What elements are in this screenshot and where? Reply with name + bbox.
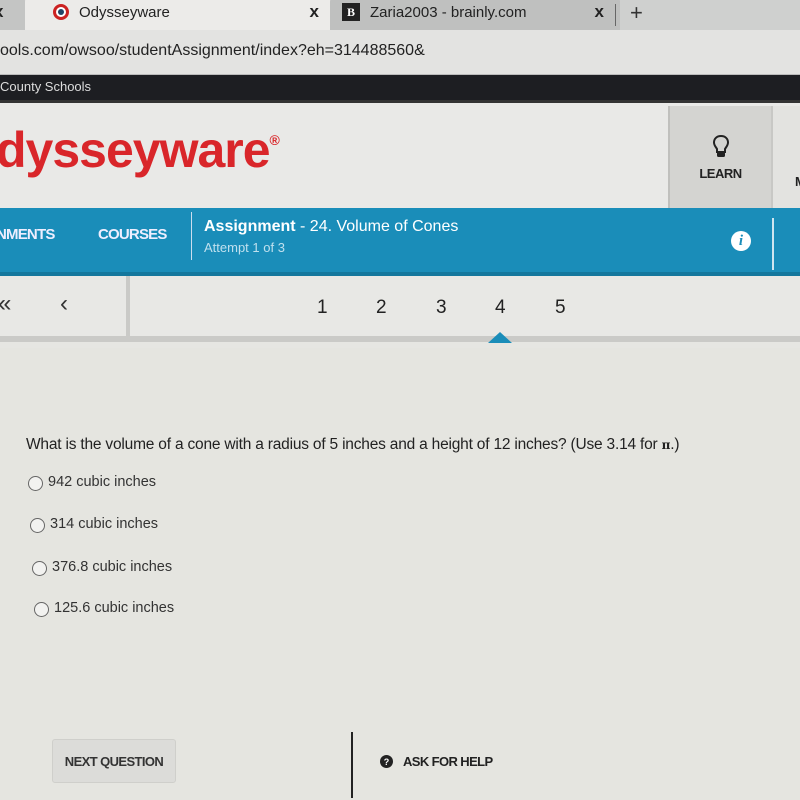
assignment-label: Assignment (204, 218, 296, 235)
brainly-favicon-icon: B (342, 3, 360, 21)
footer-divider (351, 732, 353, 798)
browser-tab-strip: x Odysseyware x B Zaria2003 - brainly.co… (0, 0, 800, 30)
close-tab-icon[interactable]: x (310, 2, 319, 22)
assignment-name: - 24. Volume of Cones (295, 218, 459, 235)
info-icon[interactable]: i (731, 231, 751, 251)
browser-tab-previous[interactable]: x (0, 0, 25, 30)
nav-assignments[interactable]: NMENTS (0, 226, 55, 243)
header-button-partial[interactable]: M (771, 106, 800, 208)
new-tab-button[interactable]: + (630, 0, 643, 26)
close-tab-icon[interactable]: x (0, 2, 3, 22)
odysseyware-favicon-icon (53, 4, 69, 20)
tab-title: Odysseyware (79, 3, 170, 21)
current-question-marker (488, 332, 512, 343)
question-text: What is the volume of a cone with a radi… (26, 436, 679, 454)
question-number-2[interactable]: 2 (376, 297, 387, 319)
radio-button[interactable] (34, 602, 49, 617)
answer-option[interactable]: 942 cubic inches (28, 472, 156, 491)
district-bar: County Schools (0, 75, 800, 100)
answer-label: 314 cubic inches (50, 515, 159, 532)
question-number-4[interactable]: 4 (495, 297, 506, 319)
question-content: What is the volume of a cone with a radi… (0, 348, 800, 800)
nav-courses[interactable]: COURSES (98, 226, 167, 243)
header-button-label: M (795, 174, 800, 189)
next-question-button[interactable]: NEXT QUESTION (52, 739, 176, 783)
lightbulb-icon (712, 134, 729, 157)
tab-divider (615, 4, 616, 26)
assignment-nav-bar: NMENTS COURSES Assignment - 24. Volume o… (0, 208, 800, 276)
radio-button[interactable] (28, 476, 43, 491)
ask-for-help-button[interactable]: ? ASK FOR HELP (380, 754, 493, 769)
pager-controls: « ‹ (0, 276, 130, 336)
question-pager: « ‹ 1 2 3 4 5 (0, 276, 800, 343)
address-bar[interactable]: ools.com/owsoo/studentAssignment/index?e… (0, 30, 800, 75)
answer-label: 376.8 cubic inches (52, 558, 173, 575)
answer-option[interactable]: 314 cubic inches (30, 514, 158, 533)
app-header: dysseyware® LEARN M (0, 100, 800, 208)
logo-text: dysseyware (0, 122, 271, 178)
question-tail: .) (670, 436, 680, 453)
answer-label: 125.6 cubic inches (54, 599, 175, 616)
radio-button[interactable] (32, 561, 47, 576)
question-number-3[interactable]: 3 (436, 297, 447, 319)
previous-question-icon[interactable]: ‹ (60, 290, 68, 318)
close-tab-icon[interactable]: x (595, 2, 604, 22)
help-icon: ? (380, 755, 393, 768)
attempt-count: Attempt 1 of 3 (204, 240, 285, 255)
answer-option[interactable]: 376.8 cubic inches (32, 557, 172, 576)
learn-label: LEARN (699, 165, 742, 181)
registered-mark: ® (269, 132, 280, 148)
url-text[interactable]: ools.com/owsoo/studentAssignment/index?e… (0, 42, 425, 60)
browser-tab-brainly[interactable]: B Zaria2003 - brainly.com x (330, 0, 620, 30)
question-number-5[interactable]: 5 (555, 297, 566, 319)
answer-label: 942 cubic inches (48, 473, 157, 490)
question-number-1[interactable]: 1 (317, 297, 328, 319)
first-question-icon[interactable]: « (0, 290, 11, 318)
pi-symbol: π (661, 438, 671, 452)
learn-button[interactable]: LEARN (668, 106, 771, 208)
radio-button[interactable] (30, 518, 45, 533)
nav-divider (191, 212, 192, 260)
help-label: ASK FOR HELP (403, 754, 493, 769)
answer-option[interactable]: 125.6 cubic inches (34, 598, 174, 617)
browser-tab-odysseyware[interactable]: Odysseyware x (25, 0, 335, 30)
question-body: What is the volume of a cone with a radi… (26, 436, 662, 453)
nav-divider-right (772, 218, 774, 270)
tab-title: Zaria2003 - brainly.com (370, 3, 527, 21)
assignment-title: Assignment - 24. Volume of Cones (204, 218, 458, 236)
odysseyware-logo[interactable]: dysseyware® (0, 121, 280, 179)
district-name: County Schools (0, 79, 92, 94)
